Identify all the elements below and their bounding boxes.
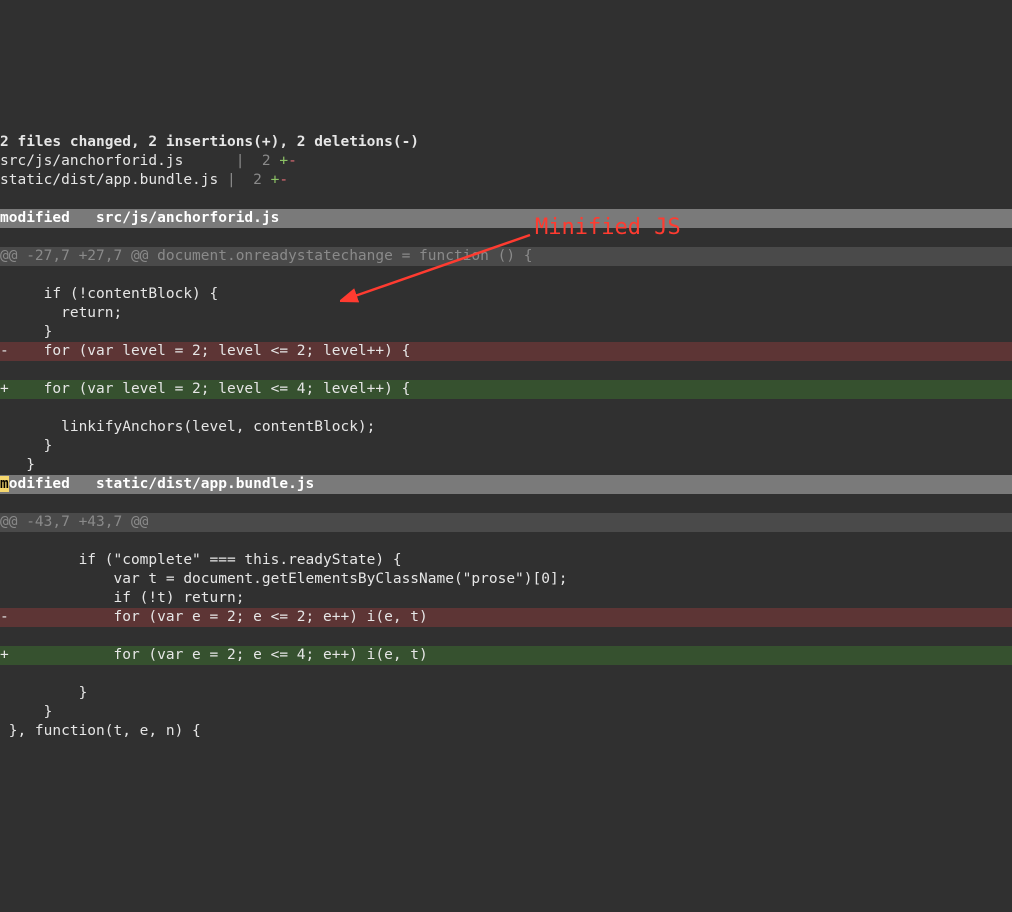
file-header-1: modified src/js/anchorforid.js [0, 209, 1012, 228]
diff-view: 2 files changed, 2 insertions(+), 2 dele… [0, 76, 1012, 741]
ctx: } [0, 438, 52, 454]
ctx: } [0, 704, 52, 720]
ctx: var t = document.getElementsByClassName(… [0, 571, 567, 587]
blank [0, 191, 9, 207]
ctx: if (!t) return; [0, 590, 244, 606]
ctx: } [0, 324, 52, 340]
blank [0, 115, 9, 131]
deleted-line: - for (var level = 2; level <= 2; level+… [0, 342, 1012, 361]
deleted-line: - for (var e = 2; e <= 2; e++) i(e, t) [0, 608, 1012, 627]
ctx: if ("complete" === this.readyState) { [0, 552, 402, 568]
added-line: + for (var e = 2; e <= 4; e++) i(e, t) [0, 646, 1012, 665]
ctx: } [0, 457, 35, 473]
ctx: } [0, 685, 87, 701]
ctx: if (!contentBlock) { [0, 286, 218, 302]
cursor-highlight: m [0, 476, 9, 492]
hunk-1: @@ -27,7 +27,7 @@ document.onreadystatec… [0, 247, 1012, 266]
ctx: linkifyAnchors(level, contentBlock); [0, 419, 375, 435]
stat-row-1: src/js/anchorforid.js | 2 +- [0, 153, 297, 169]
hunk-2: @@ -43,7 +43,7 @@ [0, 513, 1012, 532]
added-line: + for (var level = 2; level <= 4; level+… [0, 380, 1012, 399]
file-header-2: modified static/dist/app.bundle.js [0, 475, 1012, 494]
summary-line: 2 files changed, 2 insertions(+), 2 dele… [0, 134, 419, 150]
ctx: }, function(t, e, n) { [0, 723, 201, 739]
ctx: return; [0, 305, 122, 321]
stat-row-2: static/dist/app.bundle.js | 2 +- [0, 172, 288, 188]
